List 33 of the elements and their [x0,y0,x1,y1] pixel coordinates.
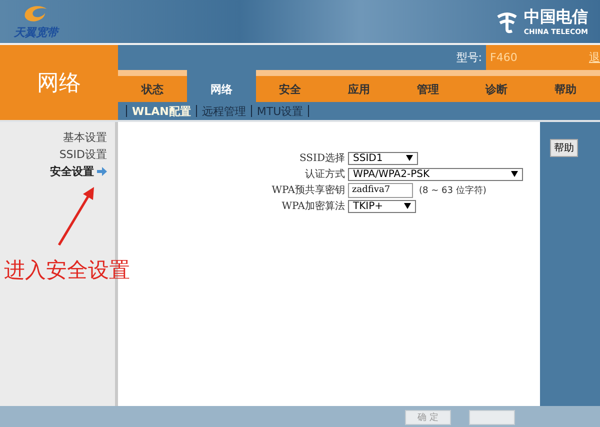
caret-icon [511,171,518,177]
field-label: 认证方式 [304,168,345,181]
caret-icon [404,203,411,209]
input-field[interactable]: zadfiva7 [348,182,413,198]
hint-text: (8 ~ 63 位字符) [419,184,486,196]
nav-tab[interactable]: 帮助 [531,70,600,102]
subnav-link[interactable]: 远程管理 [202,104,246,118]
dropdown[interactable]: SSID1 [348,152,418,164]
subnav-link[interactable]: WLAN配置 [132,104,191,118]
help-button[interactable]: 帮助 [550,139,578,157]
section-title: 网络 [37,70,81,98]
logo-text: 中国电信 [524,7,588,28]
cancel-button[interactable] [469,410,515,424]
nav-tab[interactable]: 管理 [393,70,462,102]
nav-tab[interactable]: 状态 [118,70,187,102]
model-label: 型号: [456,50,483,65]
field-label: SSID选择 [298,152,345,165]
sidebar-item[interactable]: 基本设置 [63,130,107,145]
dropdown[interactable]: TKIP+ [348,200,416,212]
logo-text: 天翼宽带 [14,25,58,40]
caret-icon [406,155,413,161]
nav-tab[interactable]: 安全 [256,70,325,102]
nav-tab[interactable]: 应用 [324,70,394,102]
sidebar-item[interactable]: 安全设置 [50,164,107,179]
dropdown[interactable]: WPA/WPA2-PSK [348,168,523,180]
subnav-link[interactable]: MTU设置 [256,104,304,118]
model-value: F460 [490,51,518,64]
nav-tab[interactable]: 诊断 [462,70,532,102]
arrow-icon [97,167,107,176]
field-label: WPA预共享密钥 [270,184,345,197]
sidebar-item[interactable]: SSID设置 [59,147,107,162]
field-label: WPA加密算法 [280,200,345,213]
annotation-text: 进入安全设置 [4,257,130,284]
